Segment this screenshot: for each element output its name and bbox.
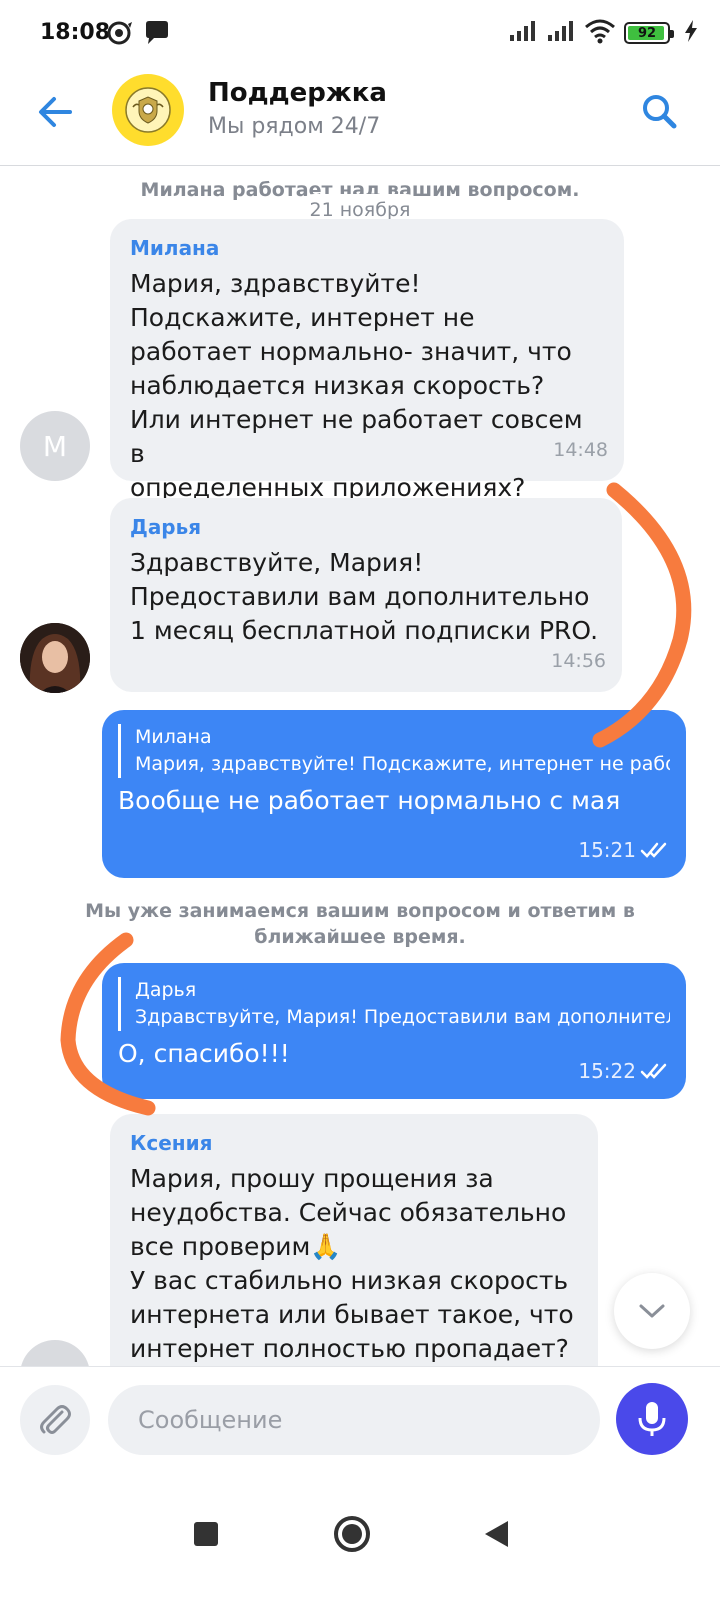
support-avatar-logo [112,74,184,146]
reply-text: Здравствуйте, Мария! Предоставили вам до… [135,1006,670,1028]
signal-icon-2 [546,19,576,47]
voice-message-button[interactable] [616,1383,688,1455]
user-photo-icon [20,623,90,693]
chat-title: Поддержка [208,78,387,108]
charging-icon [684,19,698,47]
system-message-mid: Мы уже занимаемся вашим вопросом и ответ… [85,900,635,948]
message-sender: Милана [130,236,220,260]
message-composer [0,1366,720,1474]
circle-icon [334,1516,370,1552]
system-nav-bar [0,1474,720,1600]
chevron-down-icon [639,1304,665,1318]
sync-icon [104,18,134,52]
message-incoming-1[interactable]: Милана Мария, здравствуйте! Подскажите, … [110,219,624,502]
wifi-icon [584,18,616,48]
message-time: 15:21 [578,838,636,862]
message-text: Мария, здравствуйте! Подскажите, интерне… [130,269,583,502]
message-incoming-3[interactable]: Ксения Мария, прошу прощения за неудобст… [110,1114,598,1392]
system-back-button[interactable] [466,1504,526,1564]
message-time: 14:48 [553,439,608,461]
avatar-darya[interactable] [20,623,90,693]
paperclip-icon [40,1405,71,1434]
message-text: Вообще не работает нормально с мая [118,786,621,815]
reply-text: Мария, здравствуйте! Подскажите, интерне… [135,753,670,775]
message-text: Мария, прошу прощения за неудобства. Сей… [130,1164,574,1363]
signal-icon [508,19,538,47]
search-button[interactable] [636,88,684,136]
status-time: 18:08 [40,20,111,45]
message-outgoing-1[interactable]: Милана Мария, здравствуйте! Подскажите, … [102,710,686,878]
recents-button[interactable] [176,1504,236,1564]
message-time: 14:56 [551,650,606,672]
chat-message-list[interactable]: Милана работает над вашим вопросом. 21 н… [0,167,720,1392]
square-icon [194,1522,218,1546]
message-sender: Ксения [130,1131,213,1155]
reply-quote[interactable]: Дарья Здравствуйте, Мария! Предоставили … [118,977,670,1031]
message-input[interactable] [108,1385,600,1455]
bank-emblem-icon [125,87,171,133]
reply-sender: Милана [135,726,212,748]
message-text: Здравствуйте, Мария! Предоставили вам до… [130,548,599,645]
chat-subtitle: Мы рядом 24/7 [208,114,381,139]
home-button[interactable] [322,1504,382,1564]
double-check-icon [640,1063,667,1079]
reply-sender: Дарья [135,979,197,1001]
microphone-icon [638,1402,666,1436]
chat-notification-icon [142,18,172,52]
status-bar: 18:08 92 [0,0,720,66]
message-incoming-2[interactable]: Дарья Здравствуйте, Мария! Предоставили … [110,498,622,692]
battery-indicator: 92 [624,22,674,44]
attach-button[interactable] [20,1385,90,1455]
avatar-milana[interactable]: М [20,411,90,481]
message-sender: Дарья [130,515,202,539]
chat-header: Поддержка Мы рядом 24/7 [0,66,720,166]
message-time: 15:22 [578,1059,636,1083]
triangle-back-icon [485,1521,508,1547]
message-outgoing-2[interactable]: Дарья Здравствуйте, Мария! Предоставили … [102,963,686,1099]
reply-quote[interactable]: Милана Мария, здравствуйте! Подскажите, … [118,724,670,778]
search-icon [643,95,677,129]
back-button[interactable] [32,88,80,136]
scroll-to-bottom-button[interactable] [614,1273,690,1349]
arrow-left-icon [39,97,72,127]
double-check-icon [640,842,667,858]
